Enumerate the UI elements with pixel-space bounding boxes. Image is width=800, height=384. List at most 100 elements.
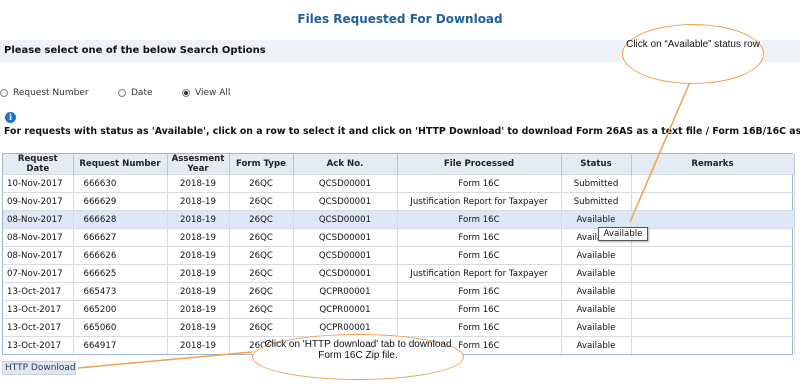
table-row[interactable]: 09-Nov-2017 666629 2018-19 26QC QCSD00001 Jus… [3, 192, 795, 211]
cell-ack-no: QCPR00001 [293, 300, 398, 319]
radio-button-selected-icon[interactable] [182, 89, 190, 97]
cell-file-processed: Justification Report for Taxpayer [397, 264, 562, 283]
cell-file-processed: Form 16C [397, 174, 562, 193]
cell-request-number: 665060 [73, 318, 168, 337]
table-row[interactable]: 08-Nov-2017 666626 2018-19 26QC QCSD00001 For… [3, 246, 795, 265]
cell-remarks [631, 210, 795, 229]
table-row[interactable]: 13-Oct-2017 665060 2018-19 26QC QCPR00001 For… [3, 318, 795, 337]
column-header-form-type[interactable]: Form Type [229, 154, 294, 175]
radio-button-icon[interactable] [118, 89, 126, 97]
cell-request-date: 13-Oct-2017 [3, 282, 74, 301]
cell-ack-no: QCSD00001 [293, 246, 398, 265]
cell-request-number: 666626 [73, 246, 168, 265]
cell-form-type: 26QC [229, 264, 294, 283]
column-header-file-processed[interactable]: File Processed [397, 154, 562, 175]
cell-file-processed: Form 16C [397, 300, 562, 319]
table-row[interactable]: 07-Nov-2017 666625 2018-19 26QC QCSD00001 Jus… [3, 264, 795, 283]
cell-status: Available [561, 264, 632, 283]
cell-assessment-year: 2018-19 [167, 264, 230, 283]
table-row[interactable]: 10-Nov-2017 666630 2018-19 26QC QCSD00001 For… [3, 174, 795, 193]
cell-status: Available [561, 210, 632, 229]
cell-form-type: 26QC [229, 210, 294, 229]
table-row[interactable]: 13-Oct-2017 665473 2018-19 26QC QCPR00001 For… [3, 282, 795, 301]
column-header-request-date[interactable]: Request Date [3, 154, 74, 175]
cell-request-number: 666629 [73, 192, 168, 211]
radio-button-icon[interactable] [0, 89, 8, 97]
cell-remarks [631, 282, 795, 301]
cell-status: Available [561, 318, 632, 337]
radio-label: View All [195, 88, 231, 98]
cell-request-number: 666628 [73, 210, 168, 229]
cell-assessment-year: 2018-19 [167, 282, 230, 301]
cell-file-processed: Form 16C [397, 246, 562, 265]
cell-request-date: 07-Nov-2017 [3, 264, 74, 283]
cell-request-date: 09-Nov-2017 [3, 192, 74, 211]
cell-file-processed: Form 16C [397, 318, 562, 337]
column-header-assessment-year[interactable]: Assesment Year [167, 154, 230, 175]
cell-ack-no: QCSD00001 [293, 174, 398, 193]
cell-remarks [631, 336, 795, 354]
cell-request-number: 666630 [73, 174, 168, 193]
cell-form-type: 26QC [229, 174, 294, 193]
cell-form-type: 26QC [229, 318, 294, 337]
cell-status: Available [561, 246, 632, 265]
cell-remarks [631, 174, 795, 193]
column-header-ack-no[interactable]: Ack No. [293, 154, 398, 175]
cell-form-type: 26QC [229, 282, 294, 301]
cell-request-number: 664917 [73, 336, 168, 354]
cell-form-type: 26QC [229, 246, 294, 265]
cell-status: Available [561, 336, 632, 354]
cell-request-number: 666625 [73, 264, 168, 283]
requests-table: Request Date Request Number Assesment Ye… [3, 154, 795, 354]
cell-assessment-year: 2018-19 [167, 228, 230, 247]
column-header-remarks[interactable]: Remarks [631, 154, 795, 175]
cell-form-type: 26QC [229, 300, 294, 319]
cell-remarks [631, 318, 795, 337]
table-row[interactable]: 08-Nov-2017 666627 2018-19 26QC QCSD00001 For… [3, 228, 795, 247]
cell-assessment-year: 2018-19 [167, 210, 230, 229]
available-tooltip: Available [598, 227, 648, 241]
cell-assessment-year: 2018-19 [167, 336, 230, 354]
cell-remarks [631, 264, 795, 283]
table-header-row: Request Date Request Number Assesment Ye… [3, 154, 795, 175]
column-header-status[interactable]: Status [561, 154, 632, 175]
cell-file-processed: Form 16C [397, 228, 562, 247]
cell-request-date: 08-Nov-2017 [3, 246, 74, 265]
cell-assessment-year: 2018-19 [167, 174, 230, 193]
radio-view-all[interactable]: View All [182, 88, 230, 98]
cell-assessment-year: 2018-19 [167, 300, 230, 319]
cell-status: Available [561, 282, 632, 301]
cell-ack-no: QCSD00001 [293, 228, 398, 247]
table-body: 10-Nov-2017 666630 2018-19 26QC QCSD00001 For… [3, 174, 795, 354]
cell-request-date: 10-Nov-2017 [3, 174, 74, 193]
cell-ack-no: QCSD00001 [293, 210, 398, 229]
http-download-button[interactable]: HTTP Download [2, 361, 76, 375]
cell-remarks [631, 192, 795, 211]
cell-request-date: 08-Nov-2017 [3, 210, 74, 229]
cell-status: Submitted [561, 174, 632, 193]
cell-file-processed: Form 16C [397, 210, 562, 229]
cell-request-date: 13-Oct-2017 [3, 336, 74, 354]
table-row[interactable]: 08-Nov-2017 666628 2018-19 26QC QCSD00001 For… [3, 210, 795, 229]
radio-date[interactable]: Date [118, 88, 153, 98]
cell-request-number: 665200 [73, 300, 168, 319]
requests-table-container: Request Date Request Number Assesment Ye… [2, 153, 795, 355]
info-icon: i [5, 112, 16, 123]
cell-request-date: 13-Oct-2017 [3, 300, 74, 319]
radio-request-number[interactable]: Request Number [0, 88, 89, 98]
cell-assessment-year: 2018-19 [167, 192, 230, 211]
cell-ack-no: QCPR00001 [293, 282, 398, 301]
cell-ack-no: QCSD00001 [293, 264, 398, 283]
cell-form-type: 26QC [229, 228, 294, 247]
cell-remarks [631, 246, 795, 265]
cell-file-processed: Form 16C [397, 282, 562, 301]
cell-status: Submitted [561, 192, 632, 211]
cell-form-type: 26QC [229, 192, 294, 211]
callout-click-available: Click on “Available” status row [622, 24, 764, 84]
column-header-request-number[interactable]: Request Number [73, 154, 168, 175]
radio-label: Date [131, 88, 153, 98]
cell-request-date: 08-Nov-2017 [3, 228, 74, 247]
callout-click-http-download: Click on 'HTTP download' tab to download… [252, 334, 464, 380]
cell-ack-no: QCSD00001 [293, 192, 398, 211]
table-row[interactable]: 13-Oct-2017 665200 2018-19 26QC QCPR00001 For… [3, 300, 795, 319]
